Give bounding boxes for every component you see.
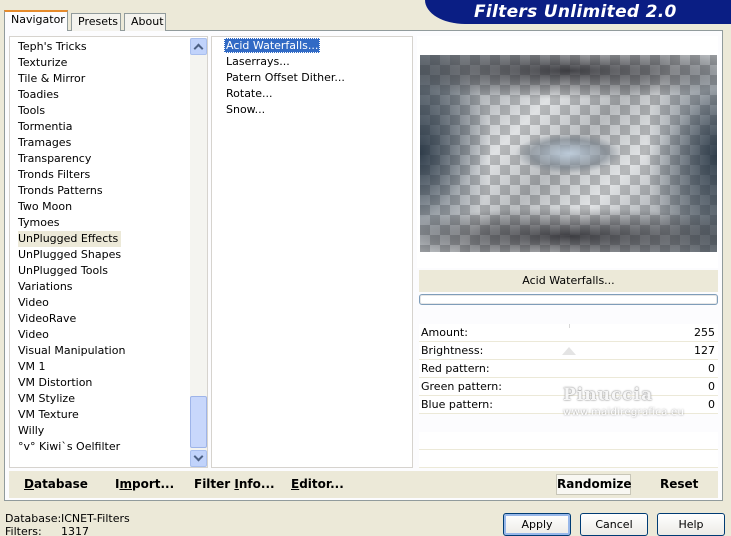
reset-button[interactable]: Reset xyxy=(660,477,698,491)
filter-item[interactable]: Rotate... xyxy=(224,86,275,101)
progress-bar xyxy=(419,294,718,305)
category-item[interactable]: Tymoes xyxy=(18,215,62,231)
filter-item[interactable]: Patern Offset Dither... xyxy=(224,70,347,85)
category-item[interactable]: Toadies xyxy=(18,87,62,103)
category-item[interactable]: Tormentia xyxy=(18,119,75,135)
slider-thumb[interactable] xyxy=(562,347,576,355)
category-item[interactable]: UnPlugged Shapes xyxy=(18,247,124,263)
filter-item[interactable]: Snow... xyxy=(224,102,267,117)
category-item[interactable]: Tronds Filters xyxy=(18,167,93,183)
help-button[interactable]: Help xyxy=(657,513,725,536)
import-button[interactable]: Import... xyxy=(115,477,174,491)
chevron-up-icon xyxy=(193,43,204,54)
param-label: Amount: xyxy=(421,326,468,339)
slider-tick xyxy=(569,324,570,328)
param-red-pattern[interactable]: Red pattern: 0 xyxy=(419,360,718,378)
current-filter-name: Acid Waterfalls... xyxy=(419,270,718,292)
param-value: 0 xyxy=(708,380,715,393)
category-item[interactable]: Visual Manipulation xyxy=(18,343,128,359)
tab-about[interactable]: About xyxy=(124,13,166,31)
filter-info-label-end: nfo... xyxy=(238,477,275,491)
database-status-value: ICNET-Filters xyxy=(61,512,130,525)
param-value: 0 xyxy=(708,362,715,375)
category-item[interactable]: °v° Kiwi`s Oelfilter xyxy=(18,439,123,455)
database-button[interactable]: Database xyxy=(24,477,88,491)
database-label: atabase xyxy=(33,477,88,491)
param-brightness[interactable]: Brightness: 127 xyxy=(419,342,718,360)
category-item[interactable]: VM 1 xyxy=(18,359,49,375)
category-item[interactable]: Tile & Mirror xyxy=(18,71,88,87)
category-scrollbar[interactable] xyxy=(190,38,207,467)
status-area: Database: ICNET-Filters Filters: 1317 xyxy=(5,512,130,536)
tab-navigator[interactable]: Navigator xyxy=(4,10,68,31)
param-amount[interactable]: Amount: 255 xyxy=(419,324,718,342)
category-item[interactable]: Two Moon xyxy=(18,199,75,215)
watermark-name: Pinuccia xyxy=(563,385,654,405)
filter-info-button[interactable]: Filter Info... xyxy=(194,477,275,491)
database-accel: D xyxy=(24,477,34,491)
param-label: Green pattern: xyxy=(421,380,502,393)
param-value: 255 xyxy=(694,326,715,339)
import-accel: m xyxy=(119,477,132,491)
database-status-label: Database: xyxy=(5,512,62,525)
watermark: Pinuccia www.maidiregrafica.eu xyxy=(563,385,684,418)
filter-item[interactable]: Laserrays... xyxy=(224,54,292,69)
filter-item-selected[interactable]: Acid Waterfalls... xyxy=(224,38,321,53)
scroll-down-button[interactable] xyxy=(190,450,207,467)
category-item[interactable]: Video xyxy=(18,295,52,311)
category-item[interactable]: VM Stylize xyxy=(18,391,78,407)
editor-label: ditor... xyxy=(299,477,344,491)
category-item-selected[interactable]: UnPlugged Effects xyxy=(18,231,122,247)
filter-list[interactable]: Acid Waterfalls... Laserrays... Patern O… xyxy=(211,36,413,468)
import-label-end: port... xyxy=(131,477,175,491)
category-item[interactable]: UnPlugged Tools xyxy=(18,263,111,279)
category-item[interactable]: VM Distortion xyxy=(18,375,95,391)
chevron-down-icon xyxy=(193,451,204,462)
category-item[interactable]: Tools xyxy=(18,103,48,119)
category-item[interactable]: Willy xyxy=(18,423,47,439)
category-item[interactable]: VM Texture xyxy=(18,407,82,423)
preview-image xyxy=(420,55,717,252)
param-label: Blue pattern: xyxy=(421,398,493,411)
randomize-button[interactable]: Randomize xyxy=(556,474,631,495)
editor-accel: E xyxy=(291,477,300,491)
param-value: 0 xyxy=(708,398,715,411)
category-item[interactable]: Tramages xyxy=(18,135,74,151)
tab-presets[interactable]: Presets xyxy=(71,13,121,31)
category-item[interactable]: Variations xyxy=(18,279,76,295)
scroll-up-button[interactable] xyxy=(190,38,207,55)
category-item[interactable]: Teph's Tricks xyxy=(18,39,90,55)
preview-effect xyxy=(420,55,717,252)
filter-info-label-start: Filter xyxy=(194,477,235,491)
cancel-button[interactable]: Cancel xyxy=(580,513,648,536)
editor-button[interactable]: Editor... xyxy=(291,477,344,491)
category-item[interactable]: Tronds Patterns xyxy=(18,183,106,199)
param-label: Red pattern: xyxy=(421,362,490,375)
empty-param-rows xyxy=(419,432,718,468)
watermark-url: www.maidiregrafica.eu xyxy=(563,407,685,418)
category-item[interactable]: Texturize xyxy=(18,55,70,71)
param-value: 127 xyxy=(694,344,715,357)
param-label: Brightness: xyxy=(421,344,484,357)
app-title: Filters Unlimited 2.0 xyxy=(474,2,677,22)
category-item[interactable]: VideoRave xyxy=(18,311,79,327)
filters-count-value: 1317 xyxy=(61,525,89,536)
filters-count-label: Filters: xyxy=(5,525,42,536)
category-list[interactable]: Teph's Tricks Texturize Tile & Mirror To… xyxy=(9,36,208,468)
scroll-thumb[interactable] xyxy=(190,396,207,448)
category-item[interactable]: Transparency xyxy=(18,151,94,167)
category-item[interactable]: Video xyxy=(18,327,52,343)
apply-button[interactable]: Apply xyxy=(503,513,571,536)
